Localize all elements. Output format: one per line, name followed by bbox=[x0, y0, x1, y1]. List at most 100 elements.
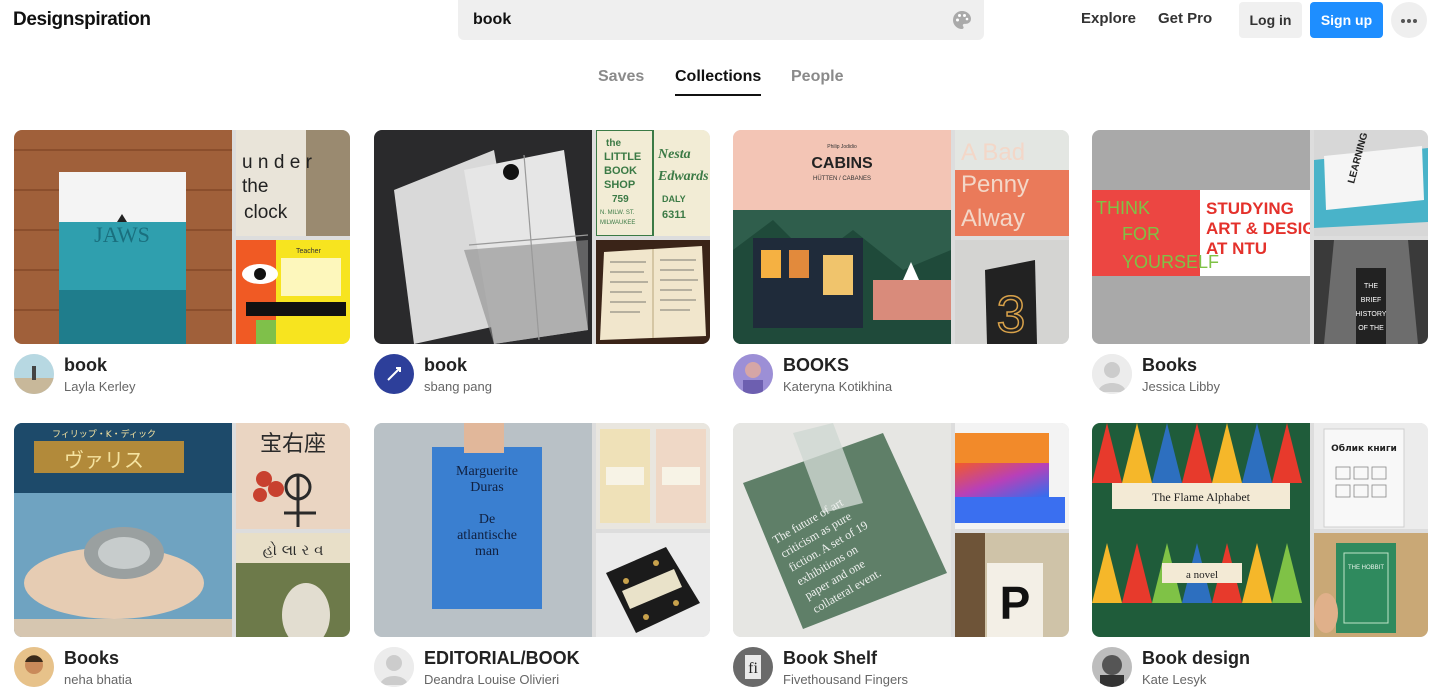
palette-icon[interactable] bbox=[952, 10, 972, 30]
avatar[interactable] bbox=[374, 647, 414, 687]
collection-meta: BOOKS Kateryna Kotikhina bbox=[733, 354, 1069, 404]
collection-title[interactable]: Books bbox=[1142, 355, 1197, 376]
collection-mosaic[interactable]: The future of art criticism as pure fict… bbox=[733, 423, 1069, 637]
avatar[interactable] bbox=[733, 354, 773, 394]
collection-mosaic[interactable]: The Flame Alphabet a novel Облик книги T… bbox=[1092, 423, 1428, 637]
more-options-button[interactable] bbox=[1391, 2, 1427, 38]
avatar[interactable] bbox=[14, 354, 54, 394]
tab-people[interactable]: People bbox=[791, 68, 843, 94]
svg-text:ART & DESIG: ART & DESIG bbox=[1206, 219, 1310, 238]
collection-image: 3 bbox=[955, 240, 1069, 344]
svg-text:JAWS: JAWS bbox=[94, 222, 150, 247]
svg-text:fi: fi bbox=[748, 660, 758, 677]
collection-meta: book Layla Kerley bbox=[14, 354, 350, 404]
collection-mosaic[interactable]: JAWS under the clock Teacher bbox=[14, 130, 350, 344]
svg-text:HISTORY: HISTORY bbox=[1356, 311, 1387, 318]
collection-image: Marguerite Duras De atlantische man bbox=[374, 423, 592, 637]
avatar[interactable] bbox=[14, 647, 54, 687]
results-tabs: Saves Collections People bbox=[0, 68, 1449, 100]
svg-text:ヴァリス: ヴァリス bbox=[64, 448, 144, 472]
svg-text:宝右座: 宝右座 bbox=[260, 432, 326, 457]
tab-collections[interactable]: Collections bbox=[675, 68, 762, 96]
nav-explore[interactable]: Explore bbox=[1081, 10, 1136, 27]
svg-text:DALY: DALY bbox=[662, 194, 686, 204]
collection-owner[interactable]: neha bhatia bbox=[64, 672, 132, 687]
svg-text:SHOP: SHOP bbox=[604, 179, 635, 191]
collection-card[interactable]: ヴァリス フィリップ・K・ディック 宝右座 હો લા ર વ Books ne… bbox=[14, 423, 350, 693]
avatar[interactable]: fi bbox=[733, 647, 773, 687]
collection-image: THINK FOR YOURSELF STUDYING ART & DESIG … bbox=[1092, 130, 1310, 344]
collection-image: ヴァリス フィリップ・K・ディック bbox=[14, 423, 232, 637]
nav-get-pro[interactable]: Get Pro bbox=[1158, 10, 1212, 27]
collection-card[interactable]: the LITTLE BOOK SHOP 759 N. MILW. ST. MI… bbox=[374, 130, 710, 404]
collection-title[interactable]: Books bbox=[64, 648, 119, 669]
collection-image: Облик книги bbox=[1314, 423, 1428, 529]
signup-button[interactable]: Sign up bbox=[1310, 2, 1383, 38]
avatar[interactable] bbox=[374, 354, 414, 394]
collection-title[interactable]: book bbox=[424, 355, 467, 376]
collection-image bbox=[596, 423, 710, 529]
svg-text:STUDYING: STUDYING bbox=[1206, 199, 1294, 218]
collection-mosaic[interactable]: Marguerite Duras De atlantische man bbox=[374, 423, 710, 637]
login-button[interactable]: Log in bbox=[1239, 2, 1302, 38]
collection-image bbox=[374, 130, 592, 344]
collection-meta: fi Book Shelf Fivethousand Fingers bbox=[733, 647, 1069, 693]
search-bar[interactable] bbox=[458, 0, 984, 40]
collection-title[interactable]: EDITORIAL/BOOK bbox=[424, 648, 580, 669]
svg-text:Duras: Duras bbox=[470, 480, 503, 495]
svg-text:MILWAUKEE: MILWAUKEE bbox=[600, 220, 635, 226]
collection-owner[interactable]: sbang pang bbox=[424, 379, 492, 394]
svg-text:Teacher: Teacher bbox=[296, 248, 322, 255]
collection-card[interactable]: CABINS HÜTTEN / CABANES Philip Jodidio A… bbox=[733, 130, 1069, 404]
svg-text:THINK: THINK bbox=[1096, 198, 1150, 218]
collection-card[interactable]: Marguerite Duras De atlantische man EDIT… bbox=[374, 423, 710, 693]
collection-image: હો લા ર વ bbox=[236, 533, 350, 637]
svg-text:Edwards: Edwards bbox=[657, 169, 709, 184]
collection-mosaic[interactable]: THINK FOR YOURSELF STUDYING ART & DESIG … bbox=[1092, 130, 1428, 344]
collection-mosaic[interactable]: CABINS HÜTTEN / CABANES Philip Jodidio A… bbox=[733, 130, 1069, 344]
svg-text:Penny: Penny bbox=[961, 171, 1029, 198]
svg-text:હો લા ર વ: હો લા ર વ bbox=[263, 541, 324, 559]
collection-title[interactable]: book bbox=[64, 355, 107, 376]
collection-card[interactable]: THINK FOR YOURSELF STUDYING ART & DESIG … bbox=[1092, 130, 1428, 404]
collection-owner[interactable]: Layla Kerley bbox=[64, 379, 136, 394]
collection-owner[interactable]: Kate Lesyk bbox=[1142, 672, 1206, 687]
collection-image: the LITTLE BOOK SHOP 759 N. MILW. ST. MI… bbox=[596, 130, 710, 236]
avatar[interactable] bbox=[1092, 354, 1132, 394]
collection-image: 宝右座 bbox=[236, 423, 350, 529]
collection-image: The future of art criticism as pure fict… bbox=[733, 423, 951, 637]
collection-mosaic[interactable]: ヴァリス フィリップ・K・ディック 宝右座 હો લા ર વ bbox=[14, 423, 350, 637]
svg-text:759: 759 bbox=[612, 194, 629, 205]
svg-text:De: De bbox=[479, 512, 495, 527]
collection-owner[interactable]: Jessica Libby bbox=[1142, 379, 1220, 394]
collection-owner[interactable]: Fivethousand Fingers bbox=[783, 672, 908, 687]
collection-image: THE BRIEF HISTORY OF THE bbox=[1314, 240, 1428, 344]
collection-title[interactable]: Book design bbox=[1142, 648, 1250, 669]
collection-card[interactable]: JAWS under the clock Teacher book Layla … bbox=[14, 130, 350, 404]
collection-image: LEARNING bbox=[1314, 130, 1428, 236]
svg-text:A Bad: A Bad bbox=[961, 139, 1025, 166]
collection-meta: book sbang pang bbox=[374, 354, 710, 404]
collection-image bbox=[596, 240, 710, 344]
collection-image: JAWS bbox=[14, 130, 232, 344]
svg-text:Marguerite: Marguerite bbox=[456, 464, 518, 479]
collection-image: under the clock bbox=[236, 130, 350, 236]
collection-card[interactable]: The future of art criticism as pure fict… bbox=[733, 423, 1069, 693]
collection-title[interactable]: Book Shelf bbox=[783, 648, 877, 669]
svg-text:YOURSELF: YOURSELF bbox=[1122, 252, 1219, 272]
collection-owner[interactable]: Deandra Louise Olivieri bbox=[424, 672, 559, 687]
collection-owner[interactable]: Kateryna Kotikhina bbox=[783, 379, 892, 394]
tab-saves[interactable]: Saves bbox=[598, 68, 644, 94]
svg-text:P: P bbox=[1000, 577, 1031, 629]
svg-text:THE: THE bbox=[1364, 283, 1378, 290]
svg-text:AT NTU: AT NTU bbox=[1206, 239, 1267, 258]
logo[interactable]: Designspiration bbox=[13, 9, 151, 31]
svg-text:The Flame Alphabet: The Flame Alphabet bbox=[1152, 490, 1251, 504]
collection-card[interactable]: The Flame Alphabet a novel Облик книги T… bbox=[1092, 423, 1428, 693]
collection-mosaic[interactable]: the LITTLE BOOK SHOP 759 N. MILW. ST. MI… bbox=[374, 130, 710, 344]
avatar[interactable] bbox=[1092, 647, 1132, 687]
collection-title[interactable]: BOOKS bbox=[783, 355, 849, 376]
svg-text:N. MILW. ST.: N. MILW. ST. bbox=[600, 210, 635, 216]
search-input[interactable] bbox=[473, 9, 923, 31]
svg-text:フィリップ・K・ディック: フィリップ・K・ディック bbox=[52, 428, 156, 440]
